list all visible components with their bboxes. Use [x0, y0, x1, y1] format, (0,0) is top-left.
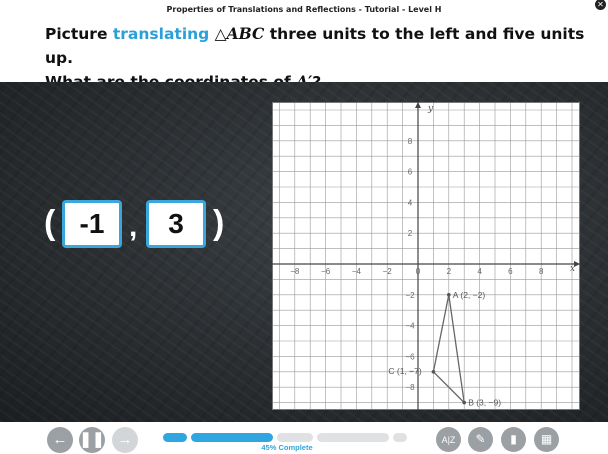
calculator-icon: ▦ [540, 432, 553, 446]
progress-segment [277, 433, 313, 442]
progress-label: 45% Complete [261, 443, 313, 452]
pause-icon[interactable]: ❚❚ [79, 427, 105, 453]
x-coordinate-input[interactable]: -1 [62, 200, 122, 248]
title-bar: Properties of Translations and Reflectio… [0, 0, 608, 14]
progress-segment [191, 433, 273, 442]
graph-border [272, 102, 580, 410]
bottom-toolbar: ← ❚❚ → 45% Complete A|Z ✎ ▮ ▦ [0, 422, 608, 454]
notebook-icon: ▮ [510, 432, 517, 446]
x-tick-label: −8 [290, 267, 300, 276]
open-paren: ( [44, 204, 56, 242]
y-tick-label: −2 [405, 291, 415, 300]
x-tick-label: 2 [447, 267, 452, 276]
coordinate-graph: x y −8 −6 −4 −2 0 2 4 6 8 8 6 4 2 −2 −4 −6 −8 A (2, −2) B (3… [272, 102, 580, 410]
progress-segment [393, 433, 407, 442]
x-tick-label: −6 [321, 267, 331, 276]
comma: , [129, 210, 138, 243]
close-paren: ) [213, 204, 225, 242]
vertex-point-c [431, 370, 436, 374]
progress-segment [317, 433, 389, 442]
y-axis-label: y [427, 104, 434, 114]
y-tick-label: 6 [408, 168, 413, 177]
y-tick-label: 4 [408, 198, 413, 207]
triangle-symbol: △ [214, 25, 227, 43]
y-tick-label: −8 [405, 383, 415, 392]
y-tick-label: −4 [405, 322, 415, 331]
y-tick-label: 8 [408, 137, 413, 146]
graph-svg: x y −8 −6 −4 −2 0 2 4 6 8 8 6 4 2 −2 −4 −6 −8 A (2, −2) B (3… [272, 102, 580, 410]
keyword-link[interactable]: translating [113, 25, 209, 43]
progress-bar [163, 433, 407, 442]
progress-segment [163, 433, 187, 442]
y-tick-label: −6 [405, 352, 415, 361]
vertex-label-c: C (1, −7) [388, 366, 421, 376]
pencil-icon: ✎ [475, 432, 486, 446]
x-tick-label: −4 [352, 267, 362, 276]
x-tick-label: −2 [383, 267, 393, 276]
x-tick-label: 4 [477, 267, 482, 276]
vertex-label-a: A (2, −2) [453, 290, 486, 300]
window-title: Properties of Translations and Reflectio… [166, 5, 442, 14]
arrow-left-icon[interactable]: ← [47, 427, 73, 453]
close-icon[interactable]: ✕ [595, 0, 606, 10]
calculator-button[interactable]: ▦ [534, 427, 559, 452]
question-part1: Picture [45, 25, 113, 43]
y-tick-label: 2 [408, 229, 413, 238]
vertex-point-a [447, 293, 451, 297]
triangle-name: ABC [226, 24, 265, 43]
notes-button[interactable]: ▮ [501, 427, 526, 452]
x-axis-label: x [570, 264, 575, 274]
chalkboard-area: ( -1 , 3 ) x y −8 −6 −4 −2 0 2 4 6 8 8 6 4 2 −2 −4 −6 −8 A … [0, 82, 608, 422]
x-tick-label: 8 [539, 267, 544, 276]
x-tick-label: 6 [508, 267, 513, 276]
y-coordinate-input[interactable]: 3 [146, 200, 206, 248]
vertex-point-b [462, 400, 466, 405]
pencil-button[interactable]: ✎ [468, 427, 493, 452]
glossary-button[interactable]: A|Z [436, 427, 461, 452]
x-tick-label: 0 [416, 267, 421, 276]
vertex-label-b: B (3, −9) [468, 398, 501, 408]
glossary-icon: A|Z [441, 435, 456, 445]
arrow-right-icon[interactable]: → [112, 427, 138, 453]
